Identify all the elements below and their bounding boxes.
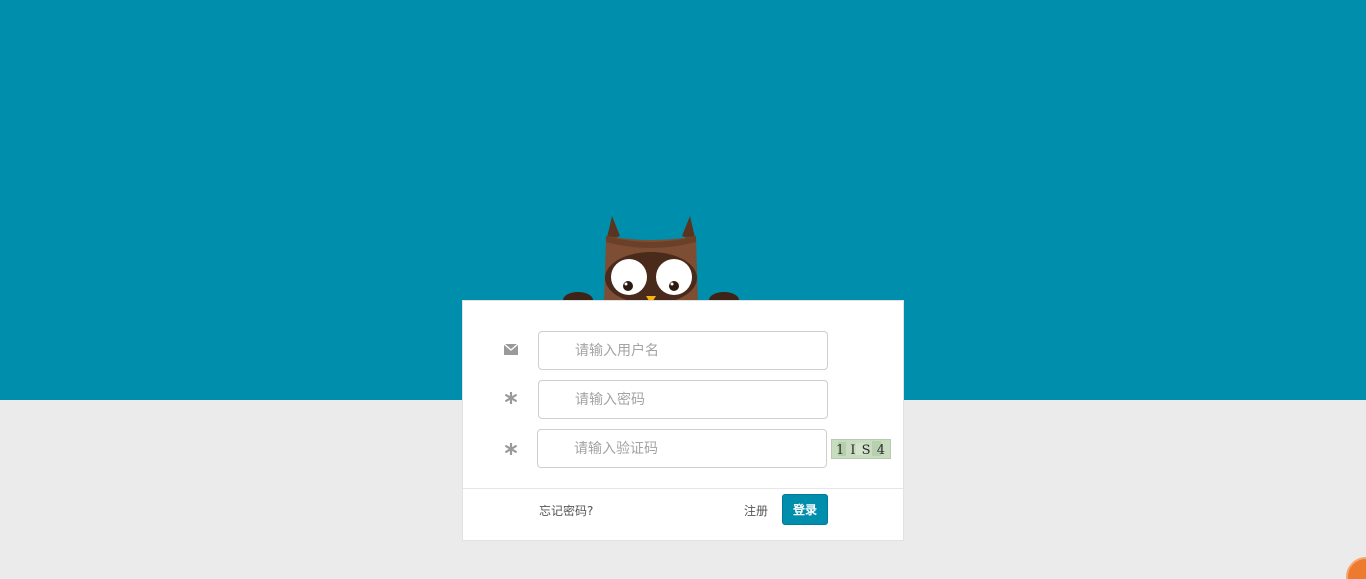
envelope-icon	[503, 341, 519, 357]
username-row	[463, 331, 905, 370]
register-link[interactable]: 注册	[744, 502, 768, 519]
captcha-text: 1 I S 4	[836, 443, 886, 458]
username-input[interactable]	[538, 331, 828, 370]
password-input[interactable]	[538, 380, 828, 419]
password-row	[463, 380, 905, 419]
owl-mascot	[562, 214, 740, 310]
asterisk-icon	[503, 390, 519, 406]
divider	[463, 488, 903, 489]
forgot-password-link[interactable]: 忘记密码?	[539, 502, 593, 519]
captcha-input[interactable]	[537, 429, 827, 468]
login-button[interactable]: 登录	[782, 494, 828, 525]
login-panel: 1 I S 4 忘记密码? 注册 登录	[462, 300, 904, 541]
captcha-image[interactable]: 1 I S 4	[831, 439, 891, 459]
floating-badge[interactable]	[1346, 557, 1366, 579]
asterisk-icon	[503, 441, 519, 457]
captcha-row: 1 I S 4	[463, 429, 905, 468]
